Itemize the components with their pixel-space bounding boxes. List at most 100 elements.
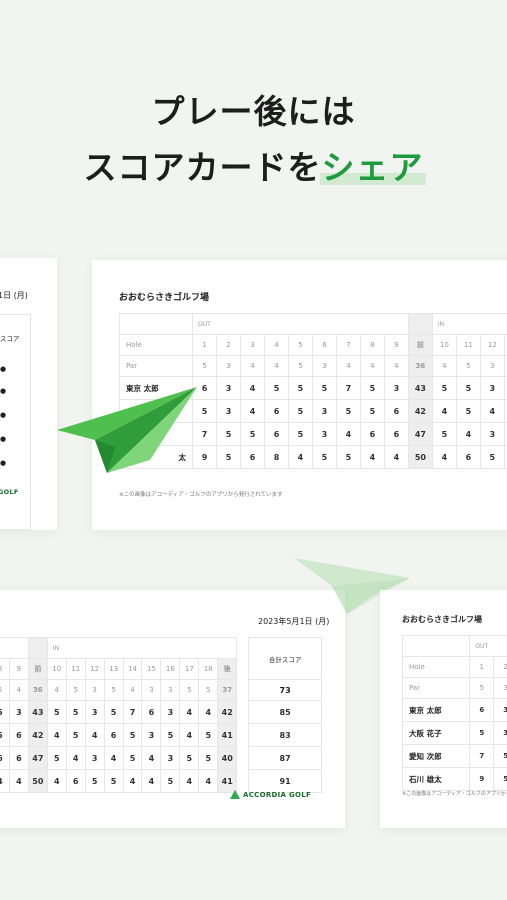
table-cell: 4 <box>198 769 219 793</box>
table-cell: Par <box>401 677 471 699</box>
table-cell: 5 <box>192 355 218 377</box>
table-cell: 36 <box>407 355 433 377</box>
table-cell: 5 <box>455 376 481 400</box>
table-cell: 3 <box>160 700 181 724</box>
table-cell: 3 <box>216 376 241 400</box>
table-cell: 5 <box>311 376 337 400</box>
table-cell: 5 <box>122 746 143 770</box>
table-cell: 愛知 次郎 <box>401 744 471 768</box>
table-cell: 42 <box>407 399 433 423</box>
table-cell: 4 <box>240 355 265 377</box>
table-cell: 4 <box>46 769 67 793</box>
table-row: 53 43 553 576 344 42 85 <box>0 700 322 724</box>
table-cell: 41 <box>217 723 238 747</box>
table-cell: 11 <box>65 658 86 680</box>
table-cell: 4 <box>431 355 457 377</box>
table-cell: 3 <box>479 376 505 400</box>
table-cell: 4 <box>122 769 143 793</box>
table-row: 大阪 花子 53 <box>401 721 507 745</box>
table-cell: 2 <box>493 656 507 678</box>
score-dot: ● <box>0 365 7 373</box>
table-cell: 5 <box>198 679 219 701</box>
total-label: 合計スコア <box>248 637 322 680</box>
table-cell: 5 <box>122 723 143 747</box>
table-cell: 4 <box>455 422 481 446</box>
table-cell: 3 <box>493 721 507 745</box>
table-cell: 15 <box>141 658 162 680</box>
table-cell: 9 <box>469 767 495 791</box>
table-cell: 5 <box>103 679 124 701</box>
table-cell: 6 <box>8 746 29 770</box>
brand-logo: ACCORDIA GOLF <box>230 790 311 799</box>
table-cell: 6 <box>383 399 409 423</box>
hole-row: Hole 123 456 789 前 10111213 <box>118 334 507 356</box>
table-cell: 3 <box>141 679 162 701</box>
table-cell: 4 <box>359 445 385 469</box>
table-cell: 5 <box>455 399 481 423</box>
table-cell: 5 <box>311 445 337 469</box>
table-cell: 4 <box>179 769 200 793</box>
score-dot: ● <box>0 411 7 419</box>
table-row: 66 47 543 454 355 40 87 <box>0 746 322 770</box>
table-cell: 4 <box>46 723 67 747</box>
table-cell: 5 <box>216 445 241 469</box>
score-dot: ● <box>0 435 7 443</box>
table-cell: 14 <box>122 658 143 680</box>
table-cell: 前 <box>27 658 48 680</box>
table-cell: 5 <box>103 700 124 724</box>
table-cell: 4 <box>65 746 86 770</box>
table-cell: 4 <box>359 355 385 377</box>
table-cell: 87 <box>248 746 322 770</box>
table-cell: 5 <box>84 769 105 793</box>
table-cell: 4 <box>335 422 361 446</box>
table-cell: 大阪 花子 <box>401 721 471 745</box>
table-cell: 73 <box>248 679 322 701</box>
table-cell: 18 <box>198 658 219 680</box>
table-cell: 6 <box>469 698 495 722</box>
table-cell: 7 <box>469 744 495 768</box>
table-cell: 5 <box>287 422 313 446</box>
headline-line1: プレー後には <box>151 92 356 131</box>
table-cell: 5 <box>198 723 219 747</box>
table-cell <box>237 659 249 680</box>
table-cell: 47 <box>27 746 48 770</box>
table-cell: 5 <box>469 721 495 745</box>
out-label: OUT <box>469 635 507 657</box>
table-cell: 5 <box>65 679 86 701</box>
table-cell: 5 <box>431 422 457 446</box>
table-cell: 1 <box>469 656 495 678</box>
table-cell: 6 <box>141 700 162 724</box>
par-row: Par 534 453 444 36 4535 <box>118 355 507 377</box>
table-cell: 5 <box>335 399 361 423</box>
table-cell: 7 <box>335 376 361 400</box>
table-cell: 3 <box>84 746 105 770</box>
table-cell: 4 <box>431 445 457 469</box>
table-cell <box>401 635 471 657</box>
table-cell <box>237 724 249 747</box>
table-cell: 4 <box>479 399 505 423</box>
table-cell: 7 <box>122 700 143 724</box>
table-cell: 5 <box>359 399 385 423</box>
table-cell: 4 <box>263 355 289 377</box>
table-cell <box>118 313 194 335</box>
table-cell: 5 <box>160 769 181 793</box>
table-cell: 3 <box>479 422 505 446</box>
table-cell: 3 <box>311 399 337 423</box>
table-cell: 40 <box>217 746 238 770</box>
table-cell: Hole <box>118 334 194 356</box>
table-cell: 5 <box>198 746 219 770</box>
issuance-note: ※この画像はアコーディア・ゴルフのアプリから発行されています <box>119 492 283 498</box>
table-cell: 3 <box>216 355 241 377</box>
table-cell: 東京 太郎 <box>401 698 471 722</box>
table-cell: 9 <box>8 658 29 680</box>
paper-plane-icon <box>57 387 197 473</box>
table-cell: 5 <box>335 445 361 469</box>
table-cell: 4 <box>240 399 265 423</box>
table-cell: 85 <box>248 700 322 724</box>
table-cell: 7 <box>335 334 361 356</box>
table-cell: 6 <box>383 422 409 446</box>
score-dot: ● <box>0 387 7 395</box>
table-row: 東京 太郎 63 <box>401 698 507 722</box>
table-cell: 8 <box>0 658 10 680</box>
table-cell: 83 <box>248 723 322 747</box>
